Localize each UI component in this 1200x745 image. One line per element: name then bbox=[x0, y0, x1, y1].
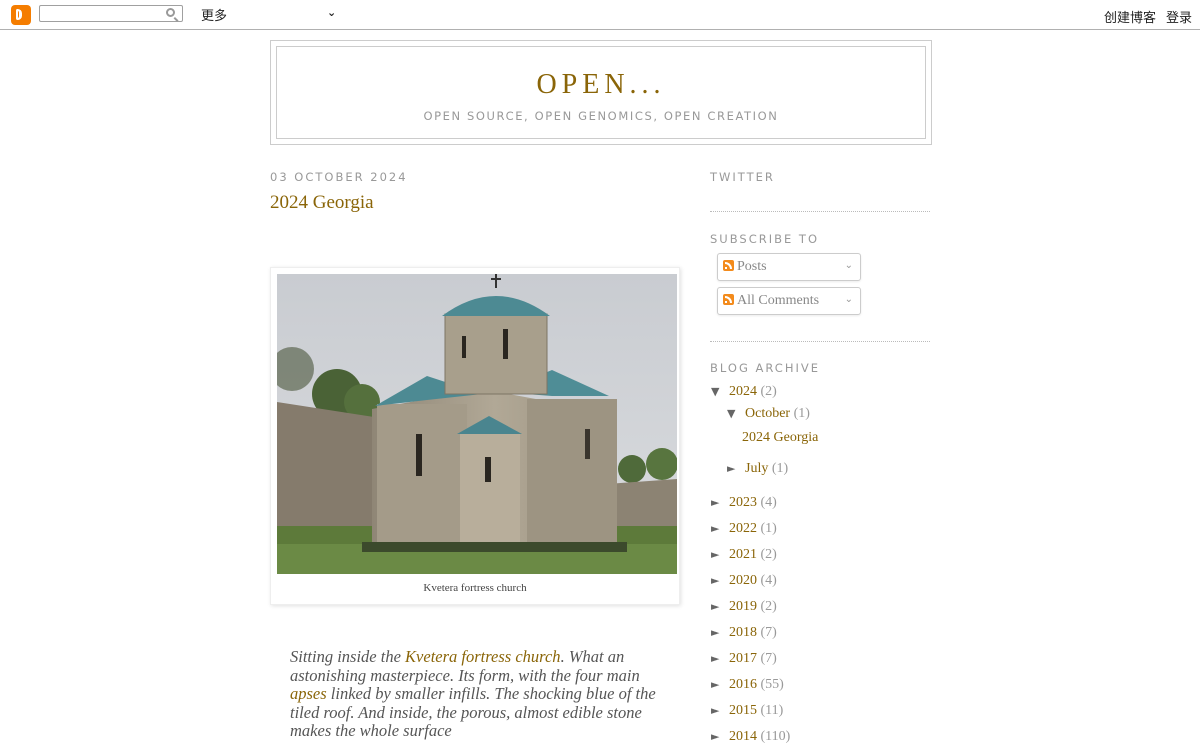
archive-month-link[interactable]: October bbox=[745, 406, 790, 421]
archive-year-link[interactable]: 2016 bbox=[729, 677, 757, 692]
image-caption: Kvetera fortress church bbox=[423, 582, 527, 594]
blog-description: Open source, open genomics, open creatio… bbox=[423, 109, 779, 123]
expand-toggle-icon[interactable]: ► bbox=[711, 548, 729, 561]
archive-month-october: ▼ October (1) bbox=[727, 406, 810, 422]
expand-toggle-icon[interactable]: ► bbox=[711, 730, 729, 743]
search-icon[interactable] bbox=[166, 8, 175, 17]
expand-toggle-icon[interactable]: ► bbox=[711, 704, 729, 717]
archive-year-item: ► 2023 (4) bbox=[711, 495, 777, 511]
subscribe-comments-dropdown[interactable]: All Comments ⌄ bbox=[717, 287, 861, 315]
archive-year-link[interactable]: 2024 bbox=[729, 384, 757, 399]
archive-year-item: ► 2016 (55) bbox=[711, 677, 784, 693]
archive-year-link[interactable]: 2021 bbox=[729, 547, 757, 562]
archive-count: (1) bbox=[760, 521, 777, 536]
archive-year-item: ► 2021 (2) bbox=[711, 547, 777, 563]
archive-year-item: ► 2015 (11) bbox=[711, 703, 783, 719]
expand-toggle-icon[interactable]: ▼ bbox=[711, 385, 729, 398]
subscribe-posts-dropdown[interactable]: Posts ⌄ bbox=[717, 253, 861, 281]
archive-count: (4) bbox=[760, 495, 777, 510]
chevron-down-icon[interactable]: ⌄ bbox=[845, 294, 853, 305]
archive-post-link[interactable]: 2024 Georgia bbox=[742, 430, 818, 445]
archive-year-link[interactable]: 2023 bbox=[729, 495, 757, 510]
blog-archive-heading: Blog Archive bbox=[710, 361, 820, 375]
archive-month-link[interactable]: July bbox=[745, 461, 768, 476]
post-date: 03 October 2024 bbox=[270, 170, 408, 184]
archive-count: (110) bbox=[760, 729, 791, 744]
post-body-text: linked by smaller infills. The shocking … bbox=[290, 684, 656, 740]
archive-month-july: ► July (1) bbox=[727, 461, 788, 477]
chevron-down-icon[interactable]: ⌄ bbox=[327, 6, 336, 19]
church-photo-illustration bbox=[277, 274, 677, 574]
expand-toggle-icon[interactable]: ► bbox=[727, 462, 745, 475]
post-body-text: Sitting inside the bbox=[290, 647, 406, 666]
archive-year-item: ► 2022 (1) bbox=[711, 521, 777, 537]
twitter-heading: Twitter bbox=[710, 170, 775, 184]
archive-year-link[interactable]: 2020 bbox=[729, 573, 757, 588]
blog-title[interactable]: OPEN... bbox=[277, 69, 925, 101]
navbar-more-menu[interactable]: 更多 bbox=[201, 5, 227, 24]
archive-count: (2) bbox=[760, 547, 777, 562]
archive-count: (55) bbox=[760, 677, 784, 692]
subscribe-comments-label: All Comments bbox=[737, 293, 820, 308]
archive-year-link[interactable]: 2018 bbox=[729, 625, 757, 640]
post-title[interactable]: 2024 Georgia bbox=[270, 192, 374, 214]
rss-feed-icon bbox=[723, 260, 734, 271]
archive-year-link[interactable]: 2019 bbox=[729, 599, 757, 614]
subscribe-heading: Subscribe To bbox=[710, 232, 820, 246]
archive-year-item: ► 2014 (110) bbox=[711, 729, 790, 745]
archive-post-item: 2024 Georgia bbox=[742, 430, 818, 446]
archive-year-item: ► 2019 (2) bbox=[711, 599, 777, 615]
chevron-down-icon[interactable]: ⌄ bbox=[845, 260, 853, 271]
archive-year-item: ► 2018 (7) bbox=[711, 625, 777, 641]
archive-count: (7) bbox=[760, 625, 777, 640]
expand-toggle-icon[interactable]: ► bbox=[711, 678, 729, 691]
post-image-frame: Kvetera fortress church bbox=[270, 267, 680, 605]
expand-toggle-icon[interactable]: ► bbox=[711, 496, 729, 509]
archive-year-link[interactable]: 2017 bbox=[729, 651, 757, 666]
archive-count: (1) bbox=[771, 461, 789, 476]
archive-count: (7) bbox=[760, 651, 777, 666]
archive-count: (2) bbox=[760, 599, 777, 614]
archive-count: (1) bbox=[793, 406, 810, 421]
expand-toggle-icon[interactable]: ▼ bbox=[727, 407, 745, 420]
expand-toggle-icon[interactable]: ► bbox=[711, 574, 729, 587]
create-blog-link[interactable]: 创建博客 bbox=[1104, 7, 1156, 26]
expand-toggle-icon[interactable]: ► bbox=[711, 626, 729, 639]
post-body: Sitting inside the Kvetera fortress chur… bbox=[290, 647, 675, 741]
rss-feed-icon bbox=[723, 294, 734, 305]
blog-header-inner: OPEN... Open source, open genomics, open… bbox=[276, 46, 926, 139]
blog-header: OPEN... Open source, open genomics, open… bbox=[270, 40, 932, 145]
navbar-search-input[interactable] bbox=[39, 5, 183, 22]
archive-count: (2) bbox=[760, 384, 777, 399]
archive-year-2024: ▼ 2024 (2) bbox=[711, 384, 777, 400]
sidebar-divider bbox=[710, 341, 930, 342]
login-link[interactable]: 登录 bbox=[1166, 7, 1192, 26]
expand-toggle-icon[interactable]: ► bbox=[711, 522, 729, 535]
sidebar-divider bbox=[710, 211, 930, 212]
archive-count: (11) bbox=[760, 703, 784, 718]
archive-year-link[interactable]: 2014 bbox=[729, 729, 757, 744]
archive-year-item: ► 2017 (7) bbox=[711, 651, 777, 667]
archive-year-item: ► 2020 (4) bbox=[711, 573, 777, 589]
church-photo[interactable] bbox=[277, 274, 677, 574]
apses-link[interactable]: apses bbox=[290, 684, 327, 703]
archive-year-link[interactable]: 2022 bbox=[729, 521, 757, 536]
expand-toggle-icon[interactable]: ► bbox=[711, 652, 729, 665]
blogger-logo-icon[interactable] bbox=[11, 5, 31, 25]
kvetera-church-link[interactable]: Kvetera fortress church bbox=[405, 647, 561, 666]
expand-toggle-icon[interactable]: ► bbox=[711, 600, 729, 613]
subscribe-posts-label: Posts bbox=[737, 259, 767, 274]
archive-count: (4) bbox=[760, 573, 777, 588]
blogger-navbar: 更多 ⌄ 创建博客 登录 bbox=[0, 0, 1200, 30]
archive-year-link[interactable]: 2015 bbox=[729, 703, 757, 718]
